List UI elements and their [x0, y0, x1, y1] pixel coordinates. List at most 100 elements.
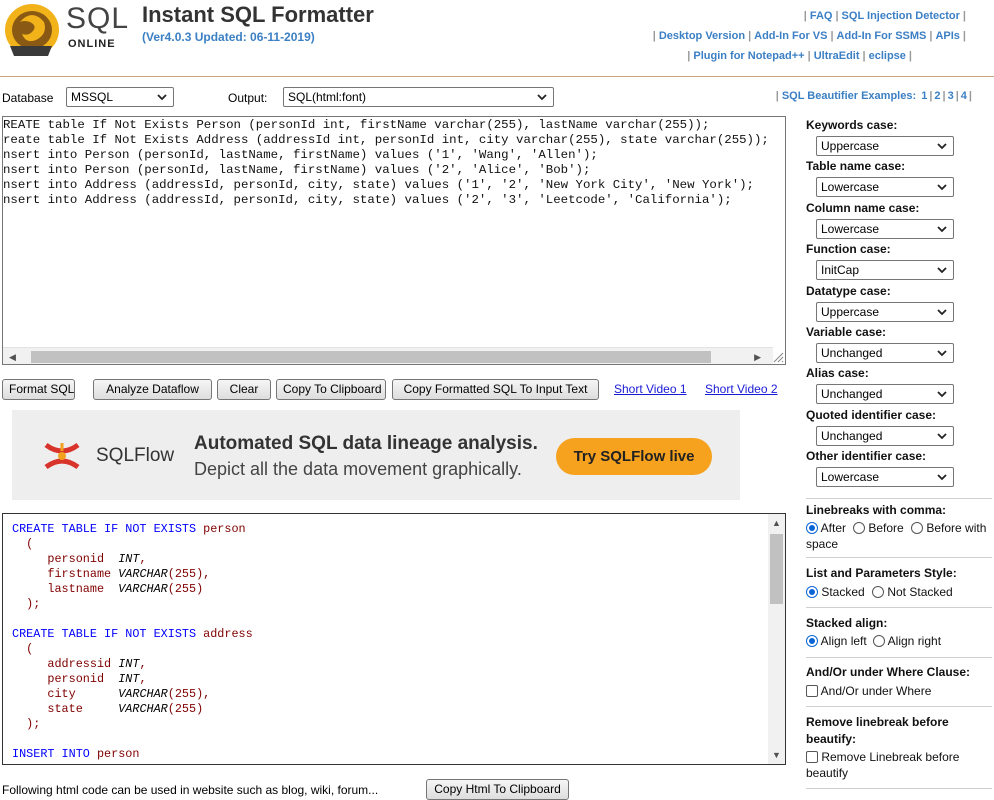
sql-token: INT: [118, 657, 140, 671]
example-link-1[interactable]: 1: [919, 90, 929, 102]
example-link-3[interactable]: 3: [946, 90, 956, 102]
sql-token: VARCHAR: [118, 582, 168, 596]
case-select[interactable]: Lowercase: [816, 467, 954, 488]
link-sql-injection-detector[interactable]: SQL Injection Detector: [839, 10, 963, 22]
top-links-row-2: | Desktop Version | Add-In For VS | Add-In Fo…: [652, 30, 966, 42]
scroll-down-icon[interactable]: ▼: [772, 750, 781, 760]
link-addin-vs[interactable]: Add-In For VS: [751, 30, 830, 42]
linebreak-before-option[interactable]: Before: [853, 521, 904, 535]
output-select[interactable]: SQL(html:font): [283, 87, 554, 107]
scroll-left-icon[interactable]: ◀: [9, 352, 16, 363]
case-label: Datatype case:: [806, 283, 891, 298]
sql-token: );: [12, 597, 41, 611]
sqlflow-logo-icon: [44, 442, 80, 470]
sql-token: (: [12, 642, 34, 656]
linebreak-before-space-option[interactable]: Before with: [911, 521, 986, 535]
sql-input-textarea[interactable]: REATE table If Not Exists Person (person…: [2, 116, 786, 365]
short-video-2-link[interactable]: Short Video 2: [705, 382, 778, 396]
checkbox-remove-linebreak-label: Remove Linebreak before: [821, 750, 960, 764]
horizontal-scrollbar[interactable]: ◀ ▶: [3, 347, 773, 364]
sqlflow-brand: SQLFlow: [96, 445, 175, 466]
format-sql-button[interactable]: Format SQL: [2, 379, 75, 400]
case-select-value: Lowercase: [821, 180, 880, 195]
sql-token: person: [196, 522, 246, 536]
chevron-down-icon: [937, 433, 947, 440]
case-select[interactable]: Lowercase: [816, 218, 954, 239]
case-select[interactable]: Lowercase: [816, 177, 954, 198]
link-desktop-version[interactable]: Desktop Version: [656, 30, 748, 42]
examples-label: SQL Beautifier Examples:: [781, 90, 917, 102]
link-notepadpp[interactable]: Plugin for Notepad++: [690, 50, 807, 62]
case-select-value: InitCap: [821, 263, 860, 278]
radio-before-space[interactable]: [911, 522, 923, 534]
analyze-dataflow-button[interactable]: Analyze Dataflow: [93, 379, 212, 400]
scrollbar-thumb[interactable]: [31, 351, 711, 363]
remove-linebreak-label-1: Remove linebreak before: [806, 715, 949, 729]
radio-stacked[interactable]: [806, 586, 818, 598]
checkbox-remove-linebreak[interactable]: [806, 751, 818, 763]
sqlflow-ad-banner[interactable]: SQLFlow Automated SQL data lineage analy…: [12, 410, 740, 500]
copy-formatted-sql-button[interactable]: Copy Formatted SQL To Input Text: [392, 379, 599, 400]
clear-button[interactable]: Clear: [217, 379, 271, 400]
case-select[interactable]: Unchanged: [816, 384, 954, 405]
case-label: Function case:: [806, 242, 891, 257]
copy-to-clipboard-button[interactable]: Copy To Clipboard: [276, 379, 386, 400]
case-select-value: Unchanged: [821, 387, 883, 402]
list-stacked-option[interactable]: Stacked: [806, 585, 865, 599]
formatted-sql-output[interactable]: CREATE TABLE IF NOT EXISTS person ( pers…: [2, 513, 786, 765]
sql-input-text[interactable]: REATE table If Not Exists Person (person…: [3, 118, 785, 208]
chevron-down-icon: [157, 94, 167, 101]
case-label: Quoted identifier case:: [806, 407, 937, 422]
link-faq[interactable]: FAQ: [807, 10, 836, 22]
case-select[interactable]: Unchanged: [816, 343, 954, 363]
case-select[interactable]: InitCap: [816, 260, 954, 281]
radio-align-right[interactable]: [873, 635, 885, 647]
radio-not-stacked[interactable]: [872, 586, 884, 598]
example-link-4[interactable]: 4: [959, 90, 969, 102]
checkbox-remove-linebreak-label-cont: beautify: [806, 766, 849, 780]
resize-grip-icon[interactable]: [771, 350, 784, 363]
link-eclipse[interactable]: eclipse: [866, 50, 909, 62]
scroll-right-icon[interactable]: ▶: [754, 352, 761, 363]
try-sqlflow-button[interactable]: Try SQLFlow live: [556, 438, 712, 475]
case-select-value: Unchanged: [821, 428, 883, 443]
scrollbar-thumb[interactable]: [770, 534, 783, 604]
checkbox-andor[interactable]: [806, 685, 818, 697]
panel-divider: [806, 498, 992, 499]
banner-headline: Automated SQL data lineage analysis.: [194, 433, 538, 454]
vertical-scrollbar[interactable]: ▲ ▼: [768, 514, 785, 764]
case-select[interactable]: Uppercase: [816, 301, 954, 322]
sql-token: VARCHAR: [118, 687, 168, 701]
banner-subline: Depict all the data movement graphically…: [194, 459, 522, 479]
sql-online-logo[interactable]: SQL ONLINE: [2, 0, 128, 58]
short-video-1-link[interactable]: Short Video 1: [614, 382, 687, 396]
remove-linebreak-label-2: beautify:: [806, 732, 857, 746]
copy-html-to-clipboard-button[interactable]: Copy Html To Clipboard: [426, 779, 569, 800]
logo-subtext: ONLINE: [68, 38, 116, 50]
radio-stacked-label: Stacked: [821, 585, 865, 599]
radio-align-left[interactable]: [806, 635, 818, 647]
example-link-2[interactable]: 2: [932, 90, 942, 102]
radio-after[interactable]: [806, 522, 818, 534]
scroll-up-icon[interactable]: ▲: [772, 518, 781, 528]
radio-align-left-label: Align left: [820, 634, 867, 648]
radio-before[interactable]: [853, 522, 865, 534]
link-ultraedit[interactable]: UltraEdit: [811, 50, 863, 62]
sql-token: address: [196, 627, 253, 641]
case-select[interactable]: Unchanged: [816, 425, 954, 446]
panel-divider: [806, 706, 992, 707]
remove-linebreak-option[interactable]: Remove Linebreak before: [806, 750, 959, 764]
linebreak-after-option[interactable]: After: [806, 521, 846, 535]
link-apis[interactable]: APIs: [932, 30, 962, 42]
stacked-align-label: Stacked align:: [806, 616, 888, 630]
align-left-option[interactable]: Align left: [806, 634, 867, 648]
list-not-stacked-option[interactable]: Not Stacked: [872, 585, 953, 599]
database-select[interactable]: MSSQL: [66, 87, 174, 107]
link-addin-ssms[interactable]: Add-In For SSMS: [834, 30, 930, 42]
top-links-row-3: | Plugin for Notepad++ | UltraEdit | eclipse |: [687, 50, 912, 62]
align-right-option[interactable]: Align right: [873, 634, 941, 648]
list-style-label: List and Parameters Style:: [806, 566, 957, 580]
chevron-down-icon: [537, 94, 547, 101]
case-select[interactable]: Uppercase: [816, 136, 954, 156]
andor-option[interactable]: And/Or under Where: [806, 684, 931, 698]
